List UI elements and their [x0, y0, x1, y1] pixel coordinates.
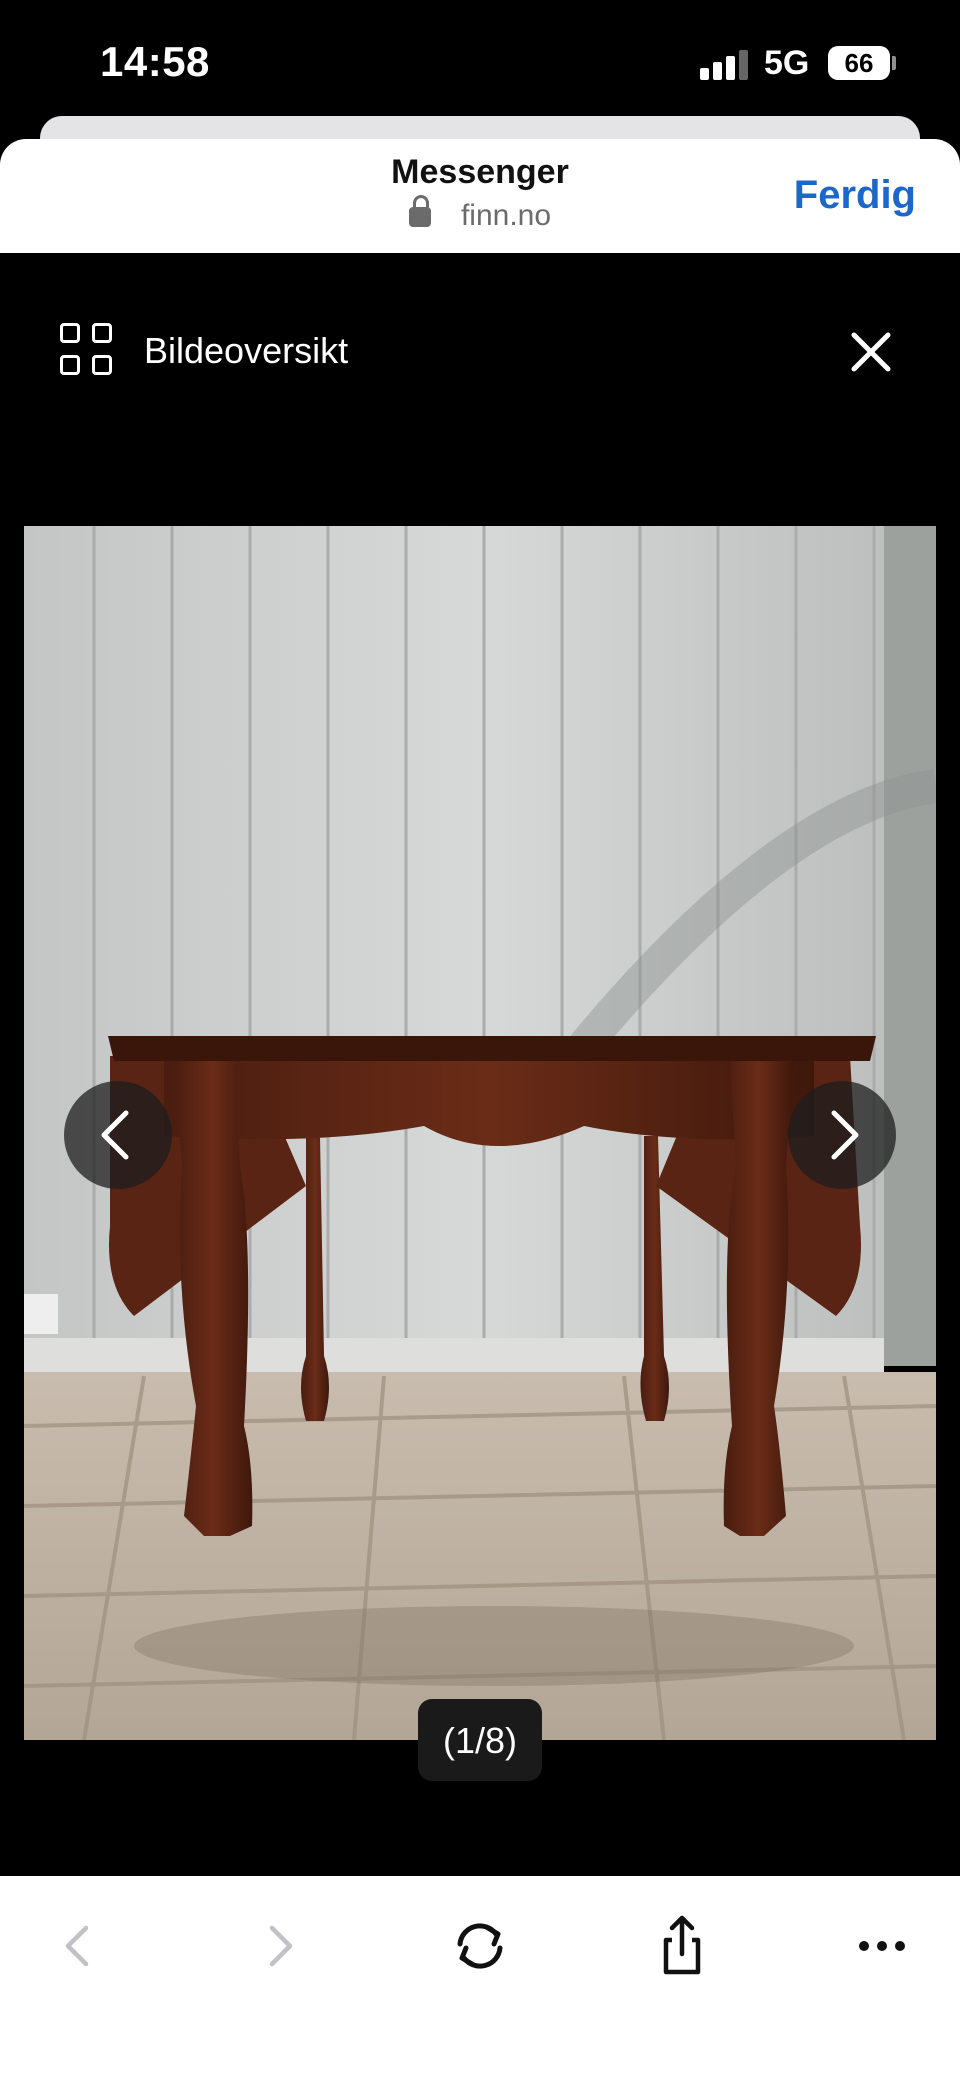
share-icon[interactable]	[650, 1914, 714, 1978]
status-time: 14:58	[100, 38, 210, 85]
forward-icon[interactable]	[248, 1914, 312, 1978]
network-type: 5G	[764, 44, 810, 82]
lock-icon	[408, 195, 431, 227]
browser-header: Messenger finn.no Ferdig	[0, 139, 960, 253]
previous-image-button[interactable]	[64, 1081, 172, 1189]
next-image-button[interactable]	[788, 1081, 896, 1189]
reload-icon[interactable]	[448, 1914, 512, 1978]
image-counter: (1/8)	[418, 1699, 542, 1781]
close-icon[interactable]	[846, 327, 896, 377]
done-button[interactable]: Ferdig	[794, 173, 916, 218]
signal-icon	[700, 48, 752, 80]
status-bar: 14:58 5G 66	[0, 0, 960, 120]
image-overview-button[interactable]: Bildeoversikt	[60, 323, 348, 379]
chevron-left-icon	[101, 1110, 129, 1160]
battery-tip	[892, 56, 896, 70]
browser-toolbar	[0, 1876, 960, 2078]
back-icon[interactable]	[46, 1914, 110, 1978]
grid-icon	[60, 323, 116, 379]
image-overview-label: Bildeoversikt	[144, 330, 349, 371]
battery-level: 66	[844, 47, 874, 78]
battery-icon: 66	[828, 46, 890, 80]
url-text: finn.no	[460, 199, 552, 232]
more-icon[interactable]	[850, 1914, 914, 1978]
image-viewer: Bildeoversikt (1/8)	[0, 253, 960, 1876]
chevron-right-icon	[831, 1110, 859, 1160]
